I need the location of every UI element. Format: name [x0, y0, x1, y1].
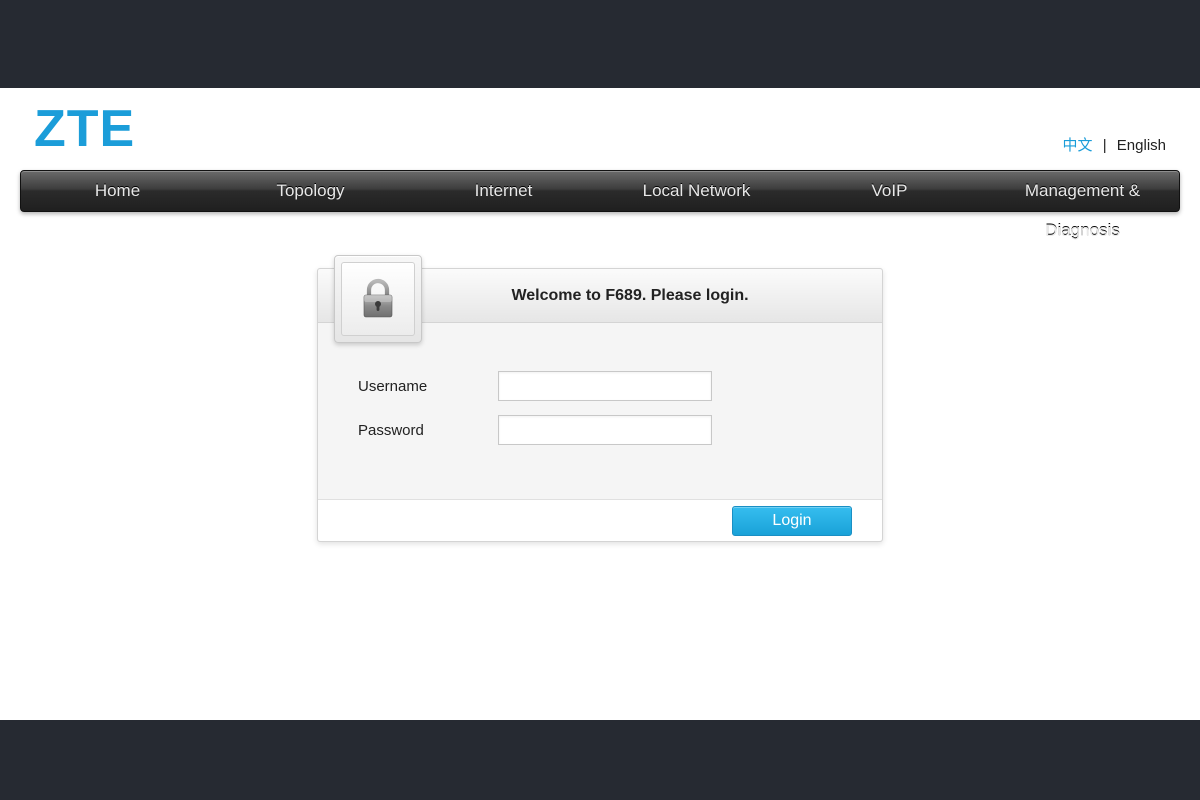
login-card: Welcome to F689. Please login. Username …	[317, 268, 883, 542]
nav-home[interactable]: Home	[21, 171, 214, 211]
header: ZTE 中文 | English	[0, 88, 1200, 170]
nav-topology[interactable]: Topology	[214, 171, 407, 211]
top-bar	[0, 0, 1200, 88]
login-footer: Login	[318, 499, 882, 541]
nav-internet[interactable]: Internet	[407, 171, 600, 211]
language-english-link[interactable]: English	[1117, 137, 1166, 154]
brand-logo: ZTE	[34, 99, 135, 159]
language-separator: |	[1103, 137, 1107, 154]
password-input[interactable]	[498, 415, 712, 445]
login-button[interactable]: Login	[732, 506, 852, 536]
password-label: Password	[358, 422, 498, 439]
username-input[interactable]	[498, 371, 712, 401]
language-chinese-link[interactable]: 中文	[1063, 137, 1093, 154]
lock-chip-inner	[341, 262, 415, 336]
lock-icon	[355, 276, 401, 322]
login-welcome-text: Welcome to F689. Please login.	[511, 287, 748, 305]
password-row: Password	[358, 415, 842, 445]
content-area: Welcome to F689. Please login. Username …	[0, 212, 1200, 542]
nav-voip[interactable]: VoIP	[793, 171, 986, 211]
nav-management-diagnosis[interactable]: Management & Diagnosis	[986, 171, 1179, 211]
bottom-bar	[0, 720, 1200, 800]
lock-chip	[334, 255, 422, 343]
username-row: Username	[358, 371, 842, 401]
language-bar: 中文 | English	[1063, 134, 1166, 155]
login-form: Username Password	[318, 323, 882, 499]
main-nav: Home Topology Internet Local Network VoI…	[20, 170, 1180, 212]
username-label: Username	[358, 378, 498, 395]
nav-local-network[interactable]: Local Network	[600, 171, 793, 211]
